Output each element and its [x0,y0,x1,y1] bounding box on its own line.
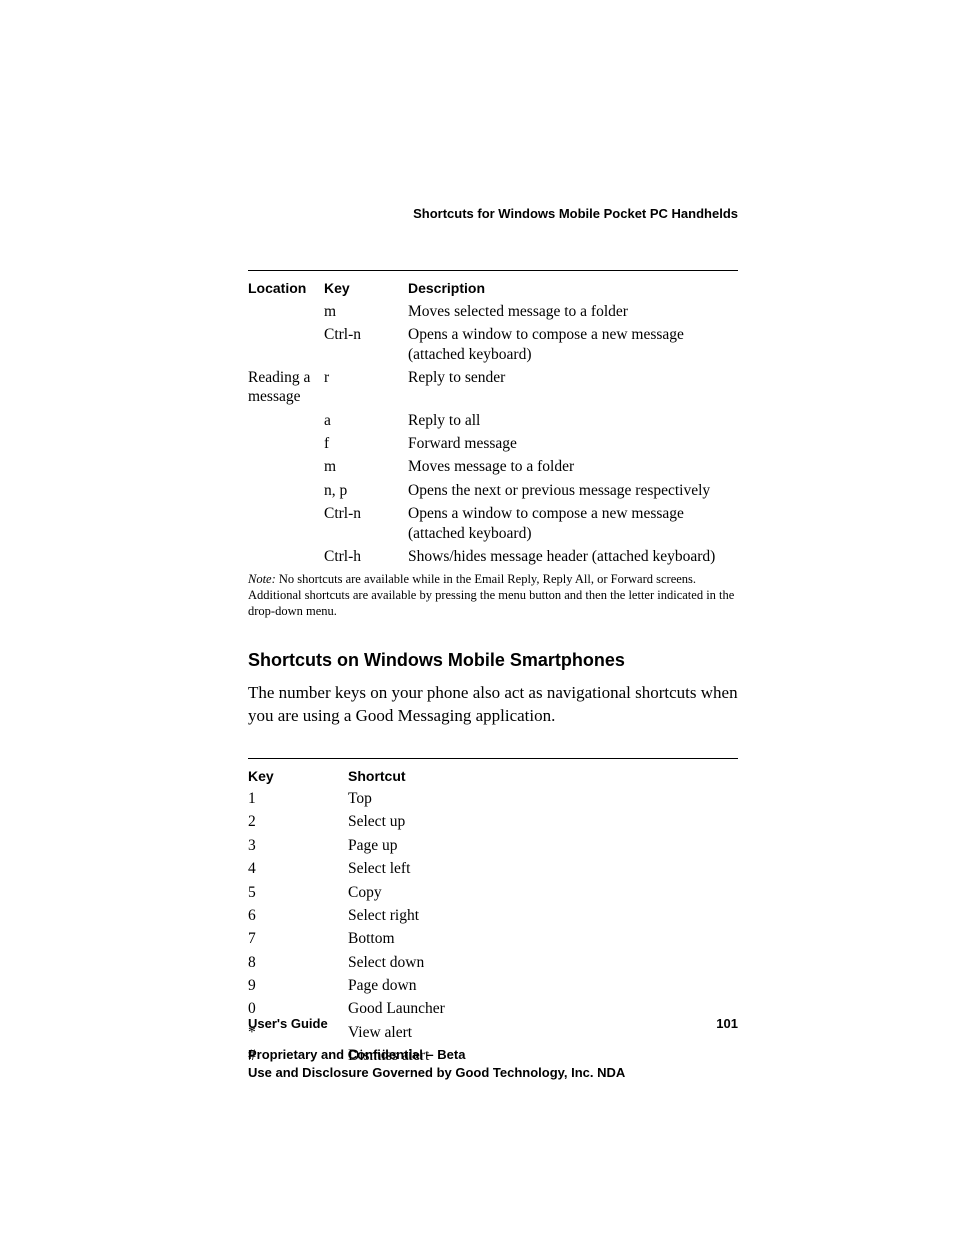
table-row: Opens a window to compose a new message … [408,323,738,366]
table1-header-description: Description [408,278,738,300]
table1-note: Note: No shortcuts are available while i… [248,572,738,619]
footer-doc-title: User's Guide [248,1016,328,1032]
table1-top-rule [248,270,738,271]
note-text: No shortcuts are available while in the … [248,572,734,617]
table-row: 5 [248,881,348,904]
table-row: m [324,300,408,323]
table-row: Ctrl-n [324,502,408,545]
table-row: Bottom [348,927,738,950]
table-row: 8 [248,951,348,974]
table-row: r [324,366,408,409]
table-row [248,455,324,478]
footer-page-number: 101 [716,1016,738,1032]
table1-header-location: Location [248,278,324,300]
table-row [248,502,324,545]
table2-header-shortcut: Shortcut [348,766,738,788]
page-content: Shortcuts for Windows Mobile Pocket PC H… [248,0,738,1068]
table-row: Select left [348,857,738,880]
table-row: n, p [324,479,408,502]
table-row: Moves message to a folder [408,455,738,478]
footer-confidential-line1: Proprietary and Confidential – Beta [248,1046,738,1064]
running-head: Shortcuts for Windows Mobile Pocket PC H… [248,206,738,222]
table-row: Reply to all [408,409,738,432]
table-row: Ctrl-h [324,545,408,568]
table-row: 1 [248,787,348,810]
table-row: Select right [348,904,738,927]
table-row: Top [348,787,738,810]
table1-header-key: Key [324,278,408,300]
page-footer: User's Guide 101 Proprietary and Confide… [248,1016,738,1081]
table-row: a [324,409,408,432]
table-row [248,545,324,568]
table-row: m [324,455,408,478]
table-row: Opens the next or previous message respe… [408,479,738,502]
table2-top-rule [248,758,738,759]
table-row: 7 [248,927,348,950]
table-row: Shows/hides message header (attached key… [408,545,738,568]
section-heading-smartphones: Shortcuts on Windows Mobile Smartphones [248,649,738,672]
table-row: Forward message [408,432,738,455]
table-row [248,479,324,502]
table-row: Reading a message [248,366,324,409]
table-row: Copy [348,881,738,904]
table-row: Page down [348,974,738,997]
table-row: Select up [348,810,738,833]
table-row: 9 [248,974,348,997]
table-row: Ctrl-n [324,323,408,366]
table-row: f [324,432,408,455]
table-row [248,409,324,432]
section-intro-paragraph: The number keys on your phone also act a… [248,682,738,728]
table-row: 2 [248,810,348,833]
shortcuts-table-pocketpc: Location Key Description mMoves selected… [248,278,738,568]
table-row: Opens a window to compose a new message … [408,502,738,545]
table-row: 3 [248,834,348,857]
footer-confidential-line2: Use and Disclosure Governed by Good Tech… [248,1064,738,1082]
table-row [248,432,324,455]
table-row: Reply to sender [408,366,738,409]
table-row: 4 [248,857,348,880]
table-row [248,323,324,366]
table-row: Select down [348,951,738,974]
note-label: Note: [248,572,276,586]
table-row: 6 [248,904,348,927]
table-row: Moves selected message to a folder [408,300,738,323]
table-row [248,300,324,323]
table-row: Page up [348,834,738,857]
table2-header-key: Key [248,766,348,788]
